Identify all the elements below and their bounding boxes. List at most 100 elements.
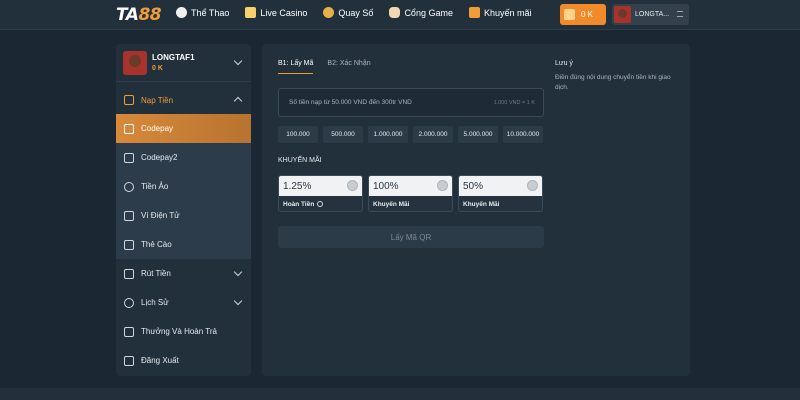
tab-xac-nhan[interactable]: B2: Xác Nhận (327, 60, 370, 74)
sidebar-item-label: Lịch Sử (141, 298, 169, 307)
nav-label: Khuyến mãi (483, 7, 532, 18)
gamepad-icon (389, 7, 401, 18)
sidebar-item-label: Rút Tiền (141, 269, 171, 278)
amount-presets: 100.000 500.000 1.000.000 2.000.000 5.00… (278, 126, 543, 143)
chevron-down-icon (233, 296, 243, 306)
radio-button[interactable] (347, 180, 358, 191)
sidebar-item-label: Thưởng Và Hoàn Trả (141, 327, 217, 336)
sidebar-item-label: Ví Điện Tử (141, 211, 180, 220)
logo[interactable]: TA 88 (116, 5, 162, 25)
gift-icon (468, 7, 480, 18)
exchange-rate: 1.000 VND = 1 K (493, 100, 535, 106)
chevron-up-icon (233, 96, 243, 106)
soccer-icon (176, 7, 187, 18)
balance-button[interactable]: 0 K (560, 4, 606, 25)
promo-label: Khuyến Mãi (463, 200, 500, 208)
amount-placeholder: Số tiền nạp từ 50.000 VND đến 300tr VND (289, 99, 412, 106)
card-scratch-icon (124, 239, 134, 250)
sidebar-item-thuong-hoan-tra[interactable]: Thưởng Và Hoàn Trả (116, 317, 251, 346)
promo-label: Hoàn Tiền (283, 200, 315, 208)
radio-button[interactable] (527, 180, 538, 191)
note-box: Lưu ý Điền đúng nội dung chuyển tiền khi… (555, 60, 675, 93)
amount-chip[interactable]: 1.000.000 (368, 126, 408, 143)
nav-label: Thể Thao (191, 7, 230, 18)
amount-input[interactable]: Số tiền nạp từ 50.000 VND đến 300tr VND … (278, 88, 544, 117)
sidebar-item-codepay2[interactable]: Codepay2 (116, 143, 251, 172)
nav-label: Quay Số (338, 7, 374, 18)
profile-avatar (123, 50, 147, 75)
profile-balance: 0 K (152, 65, 163, 72)
deposit-icon (124, 95, 134, 105)
crypto-icon (124, 181, 134, 192)
promo-value: 50% (463, 181, 484, 192)
balance-value: 0 K (581, 10, 594, 19)
nav-label: Live Casino (260, 7, 308, 18)
account-sidebar: LONGTAF1 0 K Nạp Tiền Codepay Codepay2 T… (116, 44, 251, 376)
sidebar-item-lich-su[interactable]: Lịch Sử (116, 288, 251, 317)
sidebar-item-label: Thẻ Cào (141, 240, 172, 249)
sidebar-item-codepay[interactable]: Codepay (116, 114, 251, 143)
wallet-icon (564, 9, 575, 20)
sidebar-item-tien-ao[interactable]: Tiền Ảo (116, 172, 251, 201)
sidebar-item-rut-tien[interactable]: Rút Tiền (116, 259, 251, 288)
promo-options: 1.25% Hoàn Tiền 100% Khuyến Mãi 50% Khuy… (278, 175, 543, 212)
note-body: Điền đúng nội dung chuyển tiền khi giao … (555, 74, 671, 91)
nav-the-thao[interactable]: Thể Thao (176, 7, 229, 18)
nav-quay-so[interactable]: Quay Số (323, 7, 373, 18)
nav-cong-game[interactable]: Cổng Game (389, 7, 453, 18)
nav-khuyen-mai[interactable]: Khuyến mãi (468, 7, 532, 18)
top-header: TA 88 Thể Thao Live Casino Quay Số Cổng G… (0, 0, 800, 30)
card-icon (245, 7, 257, 18)
username: LONGTA... (635, 11, 670, 18)
main-nav: Thể Thao Live Casino Quay Số Cổng Game K… (176, 7, 548, 18)
step-tabs: B1: Lấy Mã B2: Xác Nhận (278, 60, 385, 74)
promo-value: 100% (373, 181, 399, 192)
reward-icon (124, 326, 134, 337)
sidebar-item-the-cao[interactable]: Thẻ Cào (116, 230, 251, 259)
get-qr-button[interactable]: Lấy Mã QR (278, 226, 544, 248)
deposit-submenu: Codepay Codepay2 Tiền Ảo Ví Điện Tử Thẻ … (116, 114, 251, 259)
promo-option-khuyen-mai-100[interactable]: 100% Khuyến Mãi (368, 175, 453, 212)
sidebar-item-nap-tien[interactable]: Nạp Tiền (116, 86, 251, 114)
ewallet-icon (124, 210, 134, 221)
sidebar-item-vi-dien-tu[interactable]: Ví Điện Tử (116, 201, 251, 230)
chevron-down-icon (233, 267, 243, 277)
info-icon[interactable] (317, 201, 324, 207)
profile-name: LONGTAF1 (152, 53, 195, 62)
deposit-panel: B1: Lấy Mã B2: Xác Nhận Số tiền nạp từ 5… (262, 44, 690, 376)
sidebar-item-label: Đăng Xuất (141, 356, 179, 365)
logo-ta: TA (116, 5, 139, 25)
promo-value: 1.25% (283, 181, 312, 192)
amount-chip[interactable]: 10.000.000 (503, 126, 543, 143)
sidebar-item-label: Codepay (141, 124, 174, 133)
avatar (614, 6, 631, 23)
sidebar-item-label: Codepay2 (141, 153, 178, 162)
amount-chip[interactable]: 100.000 (278, 126, 318, 143)
chevron-down-icon (233, 56, 243, 66)
radio-button[interactable] (437, 180, 448, 191)
amount-chip[interactable]: 5.000.000 (458, 126, 498, 143)
logo-88: 88 (138, 5, 162, 25)
amount-chip[interactable]: 2.000.000 (413, 126, 453, 143)
sidebar-item-label: Tiền Ảo (141, 182, 169, 191)
nav-live-casino[interactable]: Live Casino (245, 7, 307, 18)
logout-icon (124, 355, 134, 366)
profile-card[interactable]: LONGTAF1 0 K (116, 44, 251, 82)
promo-heading: KHUYẾN MÃI (278, 157, 322, 164)
nav-label: Cổng Game (404, 7, 453, 18)
history-icon (124, 297, 134, 308)
codepay-icon (124, 123, 134, 134)
lottery-icon (323, 7, 335, 18)
bank-icon (124, 152, 134, 163)
footer-bar (0, 388, 800, 400)
amount-chip[interactable]: 500.000 (323, 126, 363, 143)
withdraw-icon (124, 268, 134, 279)
promo-option-hoan-tien[interactable]: 1.25% Hoàn Tiền (278, 175, 363, 212)
promo-label: Khuyến Mãi (373, 200, 410, 208)
tab-lay-ma[interactable]: B1: Lấy Mã (278, 60, 314, 74)
sidebar-item-label: Nạp Tiền (141, 95, 174, 105)
user-menu-button[interactable]: LONGTA... (612, 4, 689, 25)
promo-option-khuyen-mai-50[interactable]: 50% Khuyến Mãi (458, 175, 543, 212)
sidebar-item-dang-xuat[interactable]: Đăng Xuất (116, 346, 251, 375)
menu-icon (677, 11, 683, 17)
